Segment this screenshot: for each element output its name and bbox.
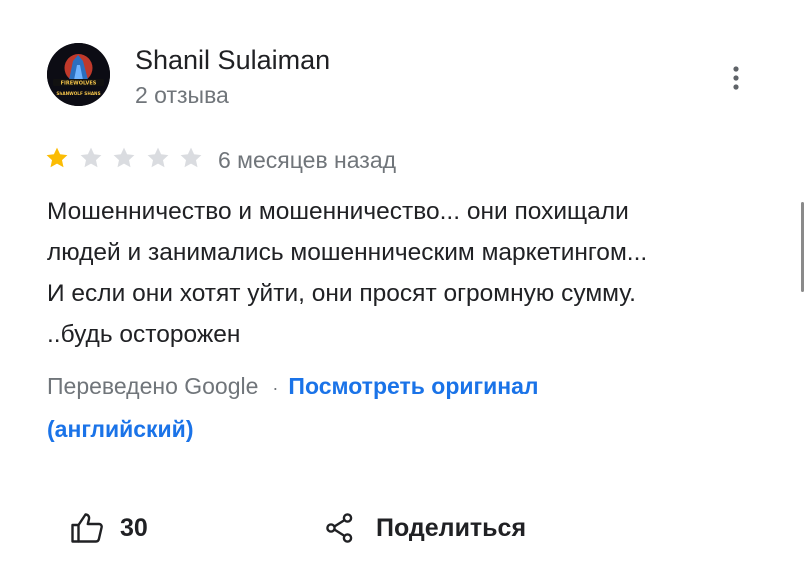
share-label: Поделиться (376, 513, 527, 542)
author-avatar[interactable]: FIREWOLVES ShANWOLF SHANS (47, 43, 110, 106)
translated-by-label: Переведено Google (47, 373, 259, 399)
review-text-line: ..будь осторожен (47, 321, 241, 348)
share-button[interactable]: Поделиться (326, 508, 526, 548)
review-text-line: людей и занимались мошенническим маркети… (47, 239, 648, 266)
more-options-button[interactable] (718, 60, 754, 96)
avatar-logo-image: FIREWOLVES ShANWOLF SHANS (47, 43, 110, 106)
share-icon (326, 513, 353, 543)
review-text-line: И если они хотят уйти, они просят огромн… (47, 280, 636, 307)
thumb-up-icon (71, 513, 103, 543)
author-name[interactable]: Shanil Sulaiman (135, 43, 330, 77)
review-date: 6 месяцев назад (218, 147, 397, 173)
view-original-link[interactable]: Посмотреть оригинал (288, 373, 538, 399)
star-empty-icon (180, 147, 202, 168)
like-button[interactable]: 30 (70, 508, 148, 548)
review-card: FIREWOLVES ShANWOLF SHANS Shanil Sulaima… (0, 0, 804, 588)
like-count: 30 (120, 513, 148, 542)
star-filled-icon (46, 147, 68, 168)
translation-note: Переведено Google · Посмотреть оригинал (а… (47, 366, 767, 450)
review-text-line: Мошенничество и мошенничество... они пох… (47, 198, 629, 225)
star-empty-icon (147, 147, 168, 168)
svg-text:ShANWOLF SHANS: ShANWOLF SHANS (56, 91, 100, 96)
svg-text:FIREWOLVES: FIREWOLVES (61, 81, 97, 87)
star-empty-icon (80, 147, 101, 168)
review-text: Мошенничество и мошенничество... они пох… (47, 191, 777, 355)
view-original-language-link[interactable]: (английский) (47, 416, 193, 442)
author-reviews-count[interactable]: 2 отзыва (135, 80, 229, 110)
star-empty-icon (113, 147, 135, 168)
separator-dot: · (272, 378, 279, 398)
star-rating (45, 146, 213, 172)
more-vert-icon (733, 66, 739, 90)
